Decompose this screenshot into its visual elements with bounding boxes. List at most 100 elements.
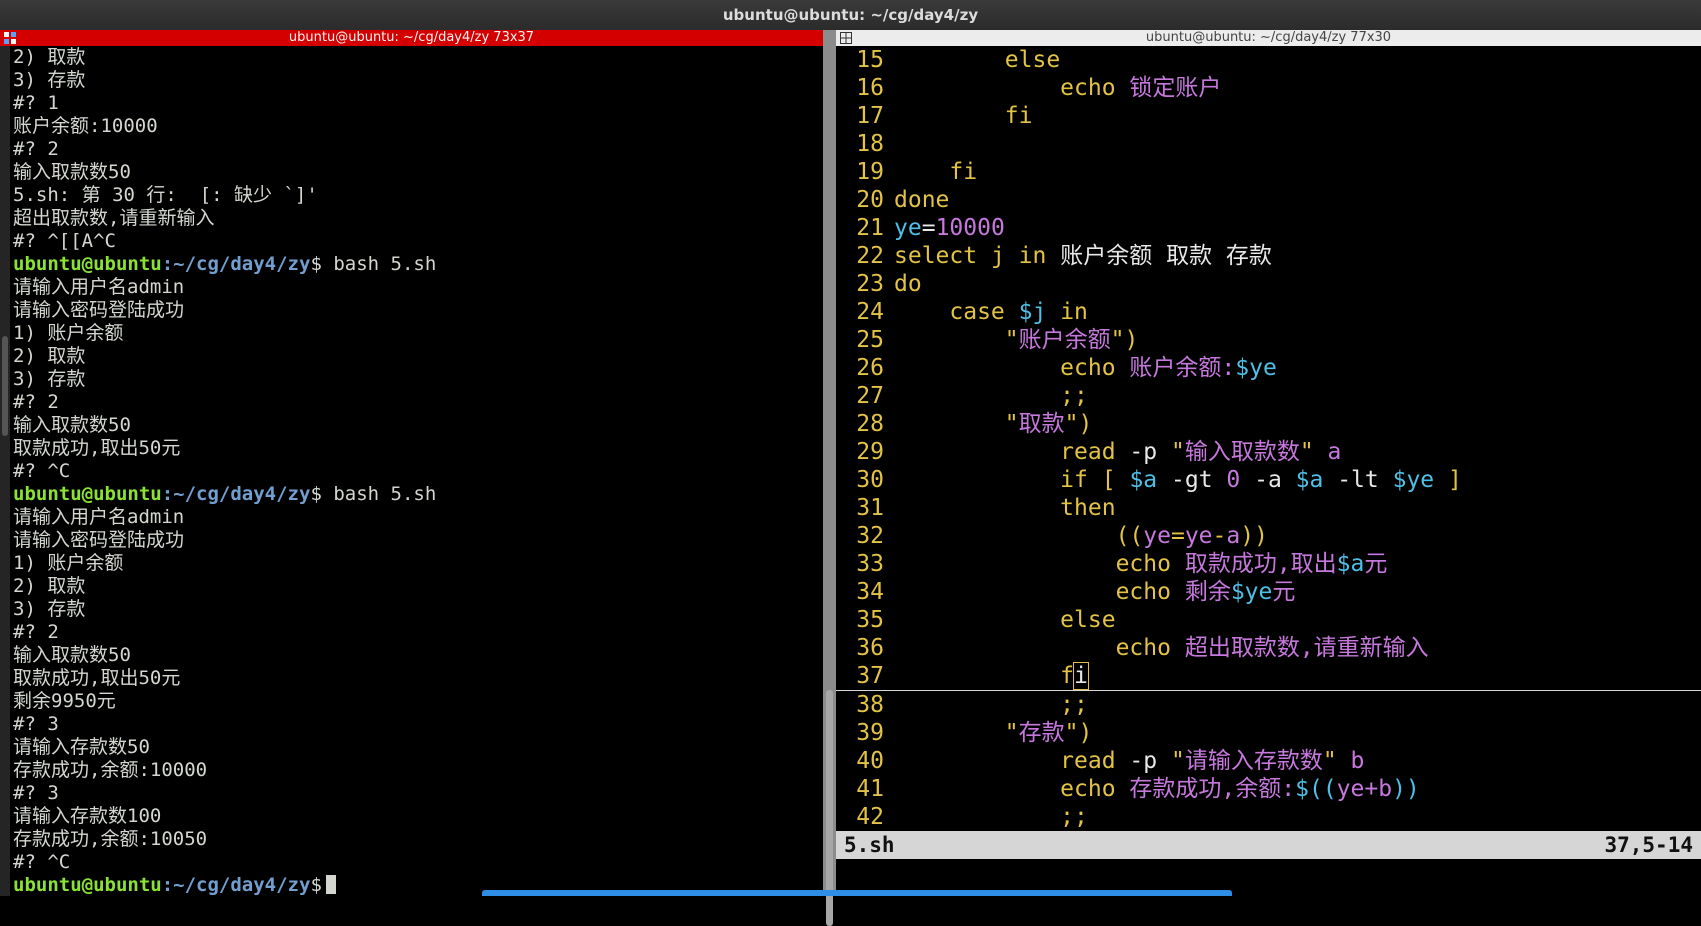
vim-editor[interactable]: 15 else 16 echo 锁定账户 17 fi 18 19 fi 20 done 21 y… (836, 46, 1701, 831)
terminal-line: 3) 存款 (13, 368, 821, 391)
left-terminal[interactable]: 2) 取款 3) 存款 #? 1 账户余额:10000 #? 2 输入取款数50 5.sh:… (13, 46, 821, 896)
right-pane-header[interactable]: ubuntu@ubuntu: ~/cg/day4/zy 77x30 (836, 30, 1701, 46)
code-token: " (1299, 439, 1314, 465)
code-token: 存款成功,余额: (1129, 776, 1296, 802)
code-token: ") (1064, 720, 1093, 746)
pane-grid-icon[interactable] (840, 32, 852, 44)
terminal-line: #? 2 (13, 138, 821, 161)
prompt-command: $ bash 5.sh (310, 483, 437, 505)
terminal-line: #? ^[[A^C (13, 230, 821, 253)
terminal-text: 取款成功,取出50元 (13, 667, 181, 689)
code-token: -a (1240, 467, 1296, 493)
code-line: 42 ;; (836, 803, 1701, 831)
terminal-line: #? 2 (13, 391, 821, 414)
code-line: 33 echo 取款成功,取出$a元 (836, 550, 1701, 578)
code-token: " (1004, 327, 1019, 353)
code-line: 32 ((ye=ye-a)) (836, 522, 1701, 550)
code-token: done (894, 187, 950, 213)
code-token: " (1322, 748, 1337, 774)
code-line: 35 else (836, 606, 1701, 634)
code-token: ;; (1060, 383, 1088, 409)
terminal-text: 输入取款数50 (13, 161, 131, 183)
code-line: 26 echo 账户余额:$ye (836, 354, 1701, 382)
terminal-line: 账户余额:10000 (13, 115, 821, 138)
pane-divider[interactable] (823, 30, 836, 926)
code-token: ye (1184, 523, 1213, 549)
code-token: = (1170, 523, 1185, 549)
code-token: echo (1115, 635, 1171, 661)
code-line: 28 "取款") (836, 410, 1701, 438)
terminal-text: #? 3 (13, 713, 59, 735)
code-token: read (1060, 439, 1116, 465)
pane-grid-icon[interactable] (4, 32, 16, 44)
line-number: 34 (856, 579, 884, 605)
code-line: 38 ;; (836, 691, 1701, 719)
code-token: $(( (1295, 776, 1337, 802)
terminal-text: 5.sh: 第 30 行: [: 缺少 `]' (13, 184, 318, 206)
left-scrollbar[interactable] (0, 46, 10, 896)
terminal-line: 取款成功,取出50元 (13, 667, 821, 690)
code-token: fi (949, 159, 978, 185)
status-position: 37,5-14 (1604, 833, 1693, 857)
code-token: echo (1060, 776, 1116, 802)
window-titlebar: ubuntu@ubuntu: ~/cg/day4/zy (0, 0, 1701, 30)
code-line: 20 done (836, 186, 1701, 214)
line-number: 16 (856, 75, 884, 101)
code-token: echo (1060, 75, 1116, 101)
terminal-line: 超出取款数,请重新输入 (13, 207, 821, 230)
terminal-line: 请输入用户名admin (13, 506, 821, 529)
line-number: 33 (856, 551, 884, 577)
code-token: )) (1392, 776, 1420, 802)
code-token: 元 (1272, 579, 1296, 605)
terminal-text: 2) 取款 (13, 575, 86, 597)
code-token: 10000 (935, 215, 1005, 241)
vim-statusline: 5.sh 37,5-14 (836, 831, 1701, 859)
prompt-line: ubuntu@ubuntu:~/cg/day4/zy$ bash 5.sh (13, 253, 821, 276)
line-number: 22 (856, 243, 884, 269)
line-number: 29 (856, 439, 884, 465)
code-line: 25 "账户余额") (836, 326, 1701, 354)
code-token: then (1060, 495, 1116, 521)
code-line: 30 if [ $a -gt 0 -a $a -lt $ye ] (836, 466, 1701, 494)
line-number: 39 (856, 720, 884, 746)
code-token: read (1060, 748, 1116, 774)
terminal-line: 取款成功,取出50元 (13, 437, 821, 460)
terminal-text: #? 2 (13, 138, 59, 160)
line-number: 41 (856, 776, 884, 802)
prompt-path: :~/cg/day4/zy (161, 483, 311, 505)
code-line: 19 fi (836, 158, 1701, 186)
code-token: $ye (1230, 579, 1273, 605)
terminal-line: 存款成功,余额:10000 (13, 759, 821, 782)
terminal-text: 3) 存款 (13, 368, 86, 390)
code-token: $j (1018, 299, 1047, 325)
code-line: 23 do (836, 270, 1701, 298)
line-number: 37 (856, 663, 884, 689)
terminal-text: 输入取款数50 (13, 414, 131, 436)
prompt-path: :~/cg/day4/zy (161, 874, 311, 896)
left-pane-header[interactable]: ubuntu@ubuntu: ~/cg/day4/zy 73x37 (0, 30, 823, 46)
terminal-text: 请输入用户名admin (13, 276, 185, 298)
terminal-text: 剩余9950元 (13, 690, 116, 712)
left-scrollbar-thumb[interactable] (2, 336, 8, 436)
line-number: 32 (856, 523, 884, 549)
terminal-line: 请输入存款数100 (13, 805, 821, 828)
terminal-text: #? ^C (13, 851, 71, 873)
terminal-text: 请输入密码登陆成功 (13, 529, 185, 551)
line-number: 38 (856, 692, 884, 718)
line-number: 31 (856, 495, 884, 521)
code-token: (( (1115, 523, 1144, 549)
line-number: 30 (856, 467, 884, 493)
code-line: 22 select j in 账户余额 取款 存款 (836, 242, 1701, 270)
